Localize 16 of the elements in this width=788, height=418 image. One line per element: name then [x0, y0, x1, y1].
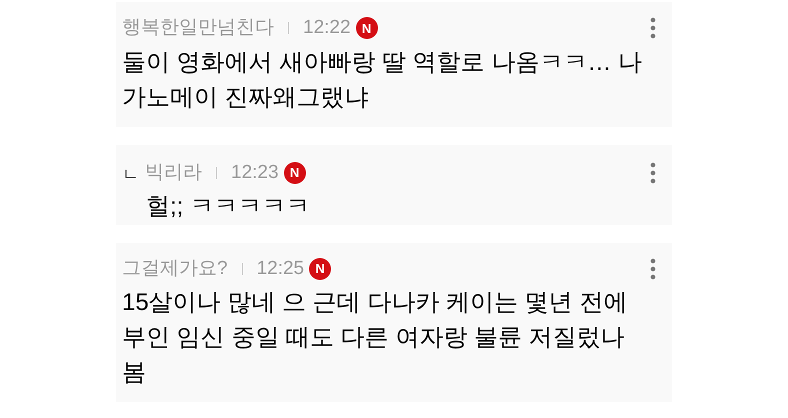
comment-time: 12:23 [231, 160, 279, 184]
new-badge: N [284, 162, 306, 184]
author-name[interactable]: 그걸제가요? [122, 254, 228, 283]
more-options-icon[interactable] [650, 162, 656, 184]
new-badge: N [356, 17, 378, 40]
new-badge: N [309, 258, 332, 280]
more-options-icon[interactable] [650, 258, 656, 280]
more-options-icon[interactable] [650, 17, 656, 40]
comment-text: 헐;; ㅋㅋㅋㅋㅋ [145, 192, 312, 222]
reply-marker: ㄴ [122, 166, 139, 184]
author-name[interactable]: 행복한일만넘친다 [122, 14, 274, 42]
author-name[interactable]: 빅리라 [145, 158, 202, 187]
comment-time: 12:25 [256, 256, 304, 280]
comment-text: 15살이나 많네 으 근데 다나카 케이는 몇년 전에 부인 임신 중일 때도 다른 여자랑 불륜 저질렀나 봄 [122, 288, 628, 388]
comment-text: 둘이 영화에서 새아빠랑 딸 역할로 나옴ㅋㅋ… 나가노메이 진짜왜그랬냐 [122, 48, 644, 112]
comment-time: 12:22 [303, 16, 351, 40]
